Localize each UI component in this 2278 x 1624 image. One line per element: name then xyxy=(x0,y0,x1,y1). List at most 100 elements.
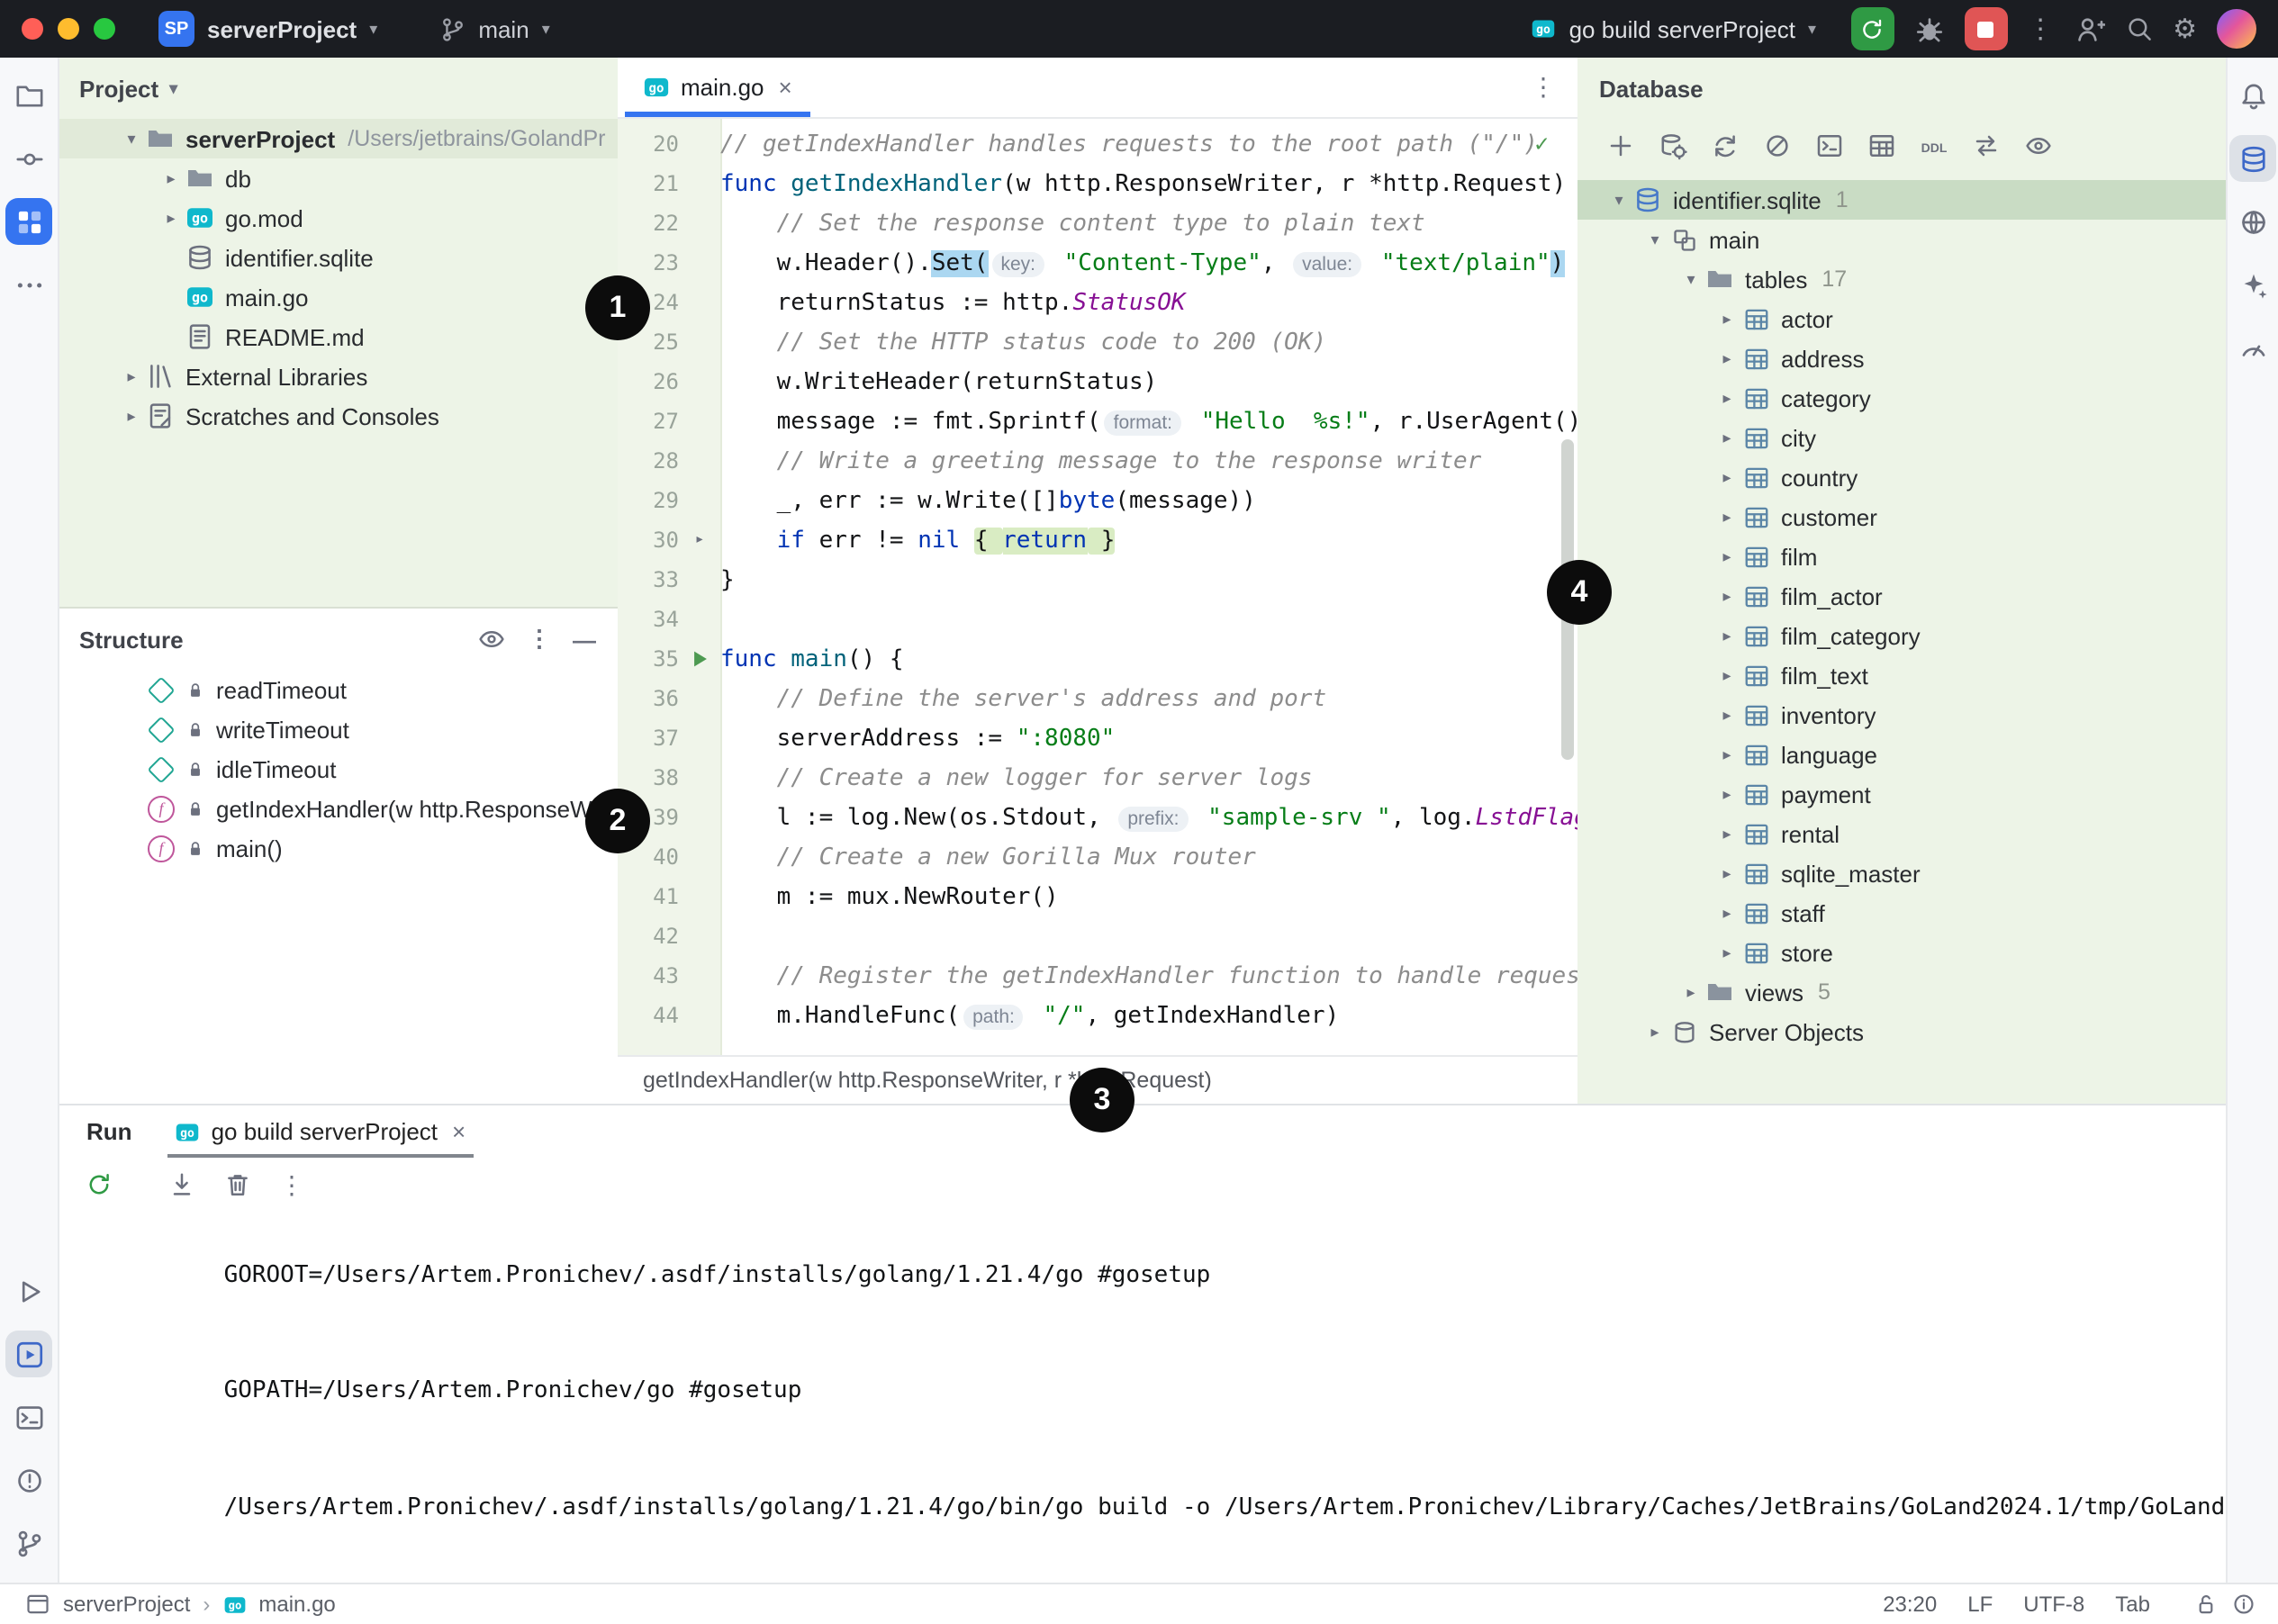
chevron-down-icon[interactable]: ▾ xyxy=(1606,190,1632,210)
line-number[interactable]: 34 xyxy=(618,607,679,632)
table-row[interactable]: ▸ sqlite_master xyxy=(1577,853,2228,893)
minimize-window-button[interactable] xyxy=(58,18,79,40)
more-options-button[interactable]: ⋮ xyxy=(528,625,551,654)
status-widget[interactable]: LF xyxy=(1967,1592,1993,1617)
run-console[interactable]: GOROOT=/Users/Artem.Pronichev/.asdf/inst… xyxy=(58,1212,2228,1586)
tool-window-button[interactable] xyxy=(2229,198,2276,245)
database-toolbar-button[interactable] xyxy=(1763,131,1792,160)
fold-chevron-icon[interactable]: ▸ xyxy=(695,531,705,549)
avatar[interactable] xyxy=(2217,9,2256,49)
status-widget[interactable]: Tab xyxy=(2115,1592,2150,1617)
line-number[interactable]: 41 xyxy=(618,884,679,909)
database-toolbar-button[interactable] xyxy=(1867,131,1896,160)
line-number[interactable]: 30 xyxy=(618,528,679,553)
schema-row[interactable]: ▾ main xyxy=(1577,220,2228,259)
chevron-right-icon[interactable]: ▸ xyxy=(1714,467,1740,487)
more-options-button[interactable]: ⋮ xyxy=(279,1169,304,1200)
server-objects-row[interactable]: ▸ Server Objects xyxy=(1577,1012,2228,1051)
chevron-icon[interactable]: ▸ xyxy=(158,208,184,228)
notifications-button[interactable] xyxy=(2231,1592,2256,1617)
database-toolbar-button[interactable] xyxy=(1815,131,1844,160)
code-with-me-button[interactable] xyxy=(2074,14,2104,44)
chevron-icon[interactable]: ▸ xyxy=(119,406,144,426)
tool-window-button[interactable] xyxy=(5,1268,52,1314)
table-row[interactable]: ▸ country xyxy=(1577,457,2228,497)
tool-window-button[interactable] xyxy=(5,1394,52,1440)
chevron-right-icon[interactable]: ▸ xyxy=(1714,428,1740,447)
table-row[interactable]: ▸ inventory xyxy=(1577,695,2228,735)
database-toolbar-button[interactable] xyxy=(2024,131,2053,160)
close-tab-icon[interactable]: × xyxy=(452,1118,466,1145)
table-row[interactable]: ▸ payment xyxy=(1577,774,2228,814)
table-row[interactable]: ▸ address xyxy=(1577,338,2228,378)
line-number[interactable]: 43 xyxy=(618,963,679,988)
chevron-right-icon[interactable]: ▸ xyxy=(1714,943,1740,962)
tool-window-button[interactable] xyxy=(5,1331,52,1377)
tool-window-button[interactable] xyxy=(5,261,52,308)
line-number[interactable]: 27 xyxy=(618,409,679,434)
run-gutter-icon[interactable] xyxy=(689,648,710,670)
chevron-right-icon[interactable]: ▸ xyxy=(1714,824,1740,844)
project-tree-item[interactable]: README.md xyxy=(58,317,618,356)
tool-window-button[interactable] xyxy=(5,1520,52,1566)
chevron-right-icon[interactable]: ▸ xyxy=(1714,784,1740,804)
table-row[interactable]: ▸ language xyxy=(1577,735,2228,774)
more-actions-button[interactable]: ⋮ xyxy=(2027,13,2054,45)
project-widget[interactable]: SP serverProject ▾ xyxy=(144,5,392,52)
chevron-right-icon[interactable]: ▸ xyxy=(1714,863,1740,883)
chevron-right-icon[interactable]: ▸ xyxy=(1714,309,1740,329)
tool-window-button[interactable] xyxy=(5,198,52,245)
chevron-down-icon[interactable]: ▾ xyxy=(119,129,144,149)
settings-button[interactable]: ⚙ xyxy=(2173,13,2197,45)
stop-button[interactable] xyxy=(1964,7,2007,50)
structure-item[interactable]: f idleTimeout xyxy=(58,749,618,789)
tool-window-button[interactable] xyxy=(2229,135,2276,182)
tool-window-button[interactable] xyxy=(5,1457,52,1503)
table-row[interactable]: ▸ film_text xyxy=(1577,655,2228,695)
hide-panel-button[interactable]: — xyxy=(573,626,596,653)
chevron-right-icon[interactable]: ▸ xyxy=(1714,388,1740,408)
status-breadcrumb-project[interactable]: serverProject xyxy=(63,1592,190,1617)
line-number[interactable]: 38 xyxy=(618,765,679,790)
rerun-button[interactable] xyxy=(1850,7,1894,50)
project-tree-item[interactable]: ▸ db xyxy=(58,158,618,198)
line-number[interactable]: 21 xyxy=(618,171,679,196)
line-number[interactable]: 20 xyxy=(618,131,679,157)
table-row[interactable]: ▸ film_actor xyxy=(1577,576,2228,616)
tool-window-button[interactable] xyxy=(5,135,52,182)
chevron-right-icon[interactable]: ▸ xyxy=(1714,903,1740,923)
inspections-ok-check-icon[interactable]: ✓ xyxy=(1534,131,1549,158)
table-row[interactable]: ▸ city xyxy=(1577,418,2228,457)
line-number[interactable]: 22 xyxy=(618,211,679,236)
chevron-down-icon[interactable]: ▾ xyxy=(1678,269,1704,289)
chevron-right-icon[interactable]: ▸ xyxy=(1714,665,1740,685)
line-number[interactable]: 26 xyxy=(618,369,679,394)
line-number[interactable]: 28 xyxy=(618,448,679,474)
status-breadcrumb-file[interactable]: main.go xyxy=(258,1592,335,1617)
status-widget[interactable]: UTF-8 xyxy=(2023,1592,2084,1617)
chevron-right-icon[interactable]: ▸ xyxy=(1714,546,1740,566)
chevron-right-icon[interactable]: ▸ xyxy=(1714,705,1740,725)
project-tree-item[interactable]: ▸ Scratches and Consoles xyxy=(58,396,618,436)
database-toolbar-button[interactable] xyxy=(1920,131,1948,160)
table-row[interactable]: ▸ store xyxy=(1577,933,2228,972)
code-area[interactable]: ✓ 20 ▸ // getIndexHandler handles reques… xyxy=(618,119,1577,1055)
close-tab-icon[interactable]: × xyxy=(779,74,792,101)
table-row[interactable]: ▸ customer xyxy=(1577,497,2228,537)
chevron-right-icon[interactable]: ▸ xyxy=(1714,348,1740,368)
structure-item[interactable]: f readTimeout xyxy=(58,670,618,709)
structure-item[interactable]: f main() xyxy=(58,828,618,868)
table-row[interactable]: ▸ film_category xyxy=(1577,616,2228,655)
zoom-window-button[interactable] xyxy=(94,18,115,40)
tables-group-row[interactable]: ▾ tables 17 xyxy=(1577,259,2228,299)
datasource-row[interactable]: ▾ identifier.sqlite 1 xyxy=(1577,180,2228,220)
editor-options-button[interactable]: ⋮ xyxy=(1531,72,1556,103)
chevron-right-icon[interactable]: ▸ xyxy=(1714,586,1740,606)
project-panel-header[interactable]: Project ▾ xyxy=(58,58,618,119)
line-number[interactable]: 44 xyxy=(618,1003,679,1028)
structure-panel-header[interactable]: Structure ⋮ — xyxy=(58,609,618,670)
chevron-right-icon[interactable]: ▸ xyxy=(1714,626,1740,645)
chevron-right-icon[interactable]: ▸ xyxy=(1642,1022,1668,1042)
project-tree-item[interactable]: identifier.sqlite xyxy=(58,238,618,277)
database-toolbar-button[interactable] xyxy=(1711,131,1740,160)
